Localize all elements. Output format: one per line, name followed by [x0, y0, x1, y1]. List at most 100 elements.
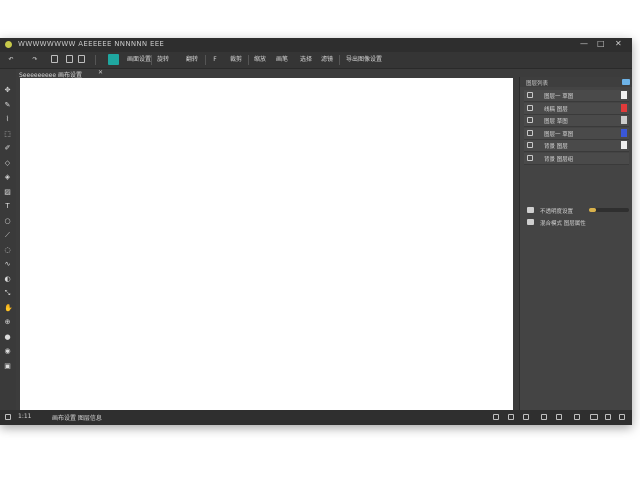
layer-row[interactable]: 图层一 草图	[524, 127, 629, 140]
blend-mode-row[interactable]: 混合模式 图层属性	[524, 217, 629, 228]
layer-thumbnail	[621, 103, 627, 112]
fullscreen-icon[interactable]	[590, 414, 598, 420]
snap-icon[interactable]	[523, 414, 529, 420]
panel-title: 图层列表	[526, 81, 549, 87]
close-button[interactable]: ✕	[615, 39, 622, 48]
zoom-level: 1:11	[18, 413, 32, 420]
rotate-view-icon[interactable]	[556, 414, 562, 420]
toolbar-divider	[248, 55, 249, 65]
opacity-row: 不透明度设置	[524, 205, 629, 216]
flip-button[interactable]: 翻转	[184, 54, 200, 65]
brush-icon[interactable]: ✐	[4, 145, 11, 152]
save-icon[interactable]	[51, 55, 58, 63]
layer-type-icon	[527, 117, 533, 123]
layer-thumbnail	[621, 116, 627, 124]
redo-button[interactable]: ↷	[30, 54, 40, 65]
toolbar-divider	[339, 55, 340, 65]
layer-name: 图层一 草图	[544, 94, 574, 100]
hand-icon[interactable]: ✋	[4, 304, 13, 312]
color-icon[interactable]: ●	[4, 333, 11, 341]
layer-type-icon	[527, 154, 533, 161]
toolbar-divider	[151, 55, 152, 65]
bucket-icon[interactable]: ◈	[4, 174, 11, 181]
export-settings-button[interactable]: 导出图像设置	[343, 54, 385, 65]
gradient-icon[interactable]: ▨	[4, 188, 11, 196]
panel-menu-icon[interactable]	[622, 79, 630, 85]
settings-icon[interactable]	[605, 414, 611, 420]
tab-close-icon[interactable]: ✕	[98, 69, 103, 76]
layer-thumbnail	[621, 128, 627, 137]
rotate-button[interactable]: 旋转	[155, 54, 171, 65]
tools-sidebar: ✥ ✎ ⌇ ⬚ ✐ ◇ ◈ ▨ T ○ ⟋ ◌ ∿ ◐ ⤡ ✋ ⊕ ● ◉ ▣	[0, 69, 16, 410]
opacity-slider-fill	[589, 208, 597, 212]
document-tab-bar: Seeeeeeeee 画布设置 ✕	[16, 69, 513, 79]
eyedropper-icon[interactable]: ⟋	[4, 232, 11, 239]
toolbar-divider	[205, 55, 206, 65]
brush-settings-button[interactable]: 画笔	[274, 54, 290, 65]
toolbar-divider	[95, 55, 96, 65]
main-toolbar: ↶ ↷ 画面设置 旋转 翻转 F 裁剪 缩放 画笔 选择 滤镜 导出图像设置	[0, 52, 632, 69]
smudge-icon[interactable]: ∿	[4, 261, 11, 268]
selection-button[interactable]: 选择	[298, 54, 314, 65]
export-icon[interactable]	[78, 55, 85, 63]
status-info: 画布设置 图层信息	[52, 415, 102, 422]
fit-icon[interactable]	[541, 414, 547, 420]
layer-thumbnail	[621, 141, 627, 149]
open-icon[interactable]	[66, 55, 73, 63]
blur-icon[interactable]: ◌	[4, 246, 11, 254]
lasso-icon[interactable]: ⌇	[4, 116, 11, 123]
layers-panel: 图层列表 图层一 草图 线稿 图层 图层 草图 图层一 草图 背景 图层 背景 图层组 不…	[519, 77, 632, 411]
pen-icon[interactable]: ✎	[4, 101, 11, 109]
select-icon[interactable]: ⬚	[4, 130, 11, 138]
shape-icon[interactable]: ○	[4, 217, 11, 225]
layer-name: 线稿 图层	[544, 106, 568, 113]
layer-type-icon	[527, 104, 533, 111]
window-title: WWWWWWWW AEEEEEE NNNNNN EEE	[18, 40, 165, 48]
layer-name: 背景 图层组	[544, 156, 574, 163]
move-icon[interactable]: ✥	[4, 87, 11, 94]
scale-button[interactable]: 缩放	[252, 54, 268, 65]
minimize-button[interactable]: —	[580, 39, 588, 48]
layer-row[interactable]: 图层一 草图	[524, 90, 629, 102]
eraser-icon[interactable]: ◇	[4, 159, 11, 167]
maximize-button[interactable]: □	[597, 39, 605, 48]
dodge-icon[interactable]: ◐	[4, 275, 11, 283]
layer-row[interactable]: 背景 图层	[524, 140, 629, 152]
layer-name: 图层 草图	[544, 119, 568, 125]
undo-button[interactable]: ↶	[6, 54, 16, 65]
text-icon[interactable]: T	[4, 203, 11, 210]
transform-icon[interactable]: ⤡	[4, 290, 11, 297]
layer-name: 背景 图层	[544, 144, 568, 150]
opacity-label: 不透明度设置	[540, 209, 574, 215]
status-bar: 1:11 画布设置 图层信息	[0, 410, 632, 425]
title-bar: WWWWWWWW AEEEEEE NNNNNN EEE — □ ✕	[0, 38, 632, 52]
zoom-icon[interactable]: ⊕	[4, 319, 11, 326]
filter-button[interactable]: 滤镜	[319, 54, 335, 65]
active-tool-icon[interactable]	[108, 54, 119, 65]
opacity-slider[interactable]	[589, 208, 629, 212]
flip-view-icon[interactable]	[574, 414, 580, 420]
grid-icon[interactable]	[493, 414, 499, 420]
app-window: WWWWWWWW AEEEEEE NNNNNN EEE — □ ✕ ↶ ↷ 画面…	[0, 38, 632, 425]
mask-icon[interactable]: ◉	[4, 348, 11, 355]
home-icon[interactable]	[5, 414, 11, 420]
drawing-canvas[interactable]	[20, 78, 513, 411]
layer-type-icon	[527, 142, 533, 148]
layer-type-icon	[527, 129, 533, 136]
canvas-settings-button[interactable]: 画面设置	[127, 54, 151, 65]
help-icon[interactable]	[619, 414, 625, 420]
layer-type-icon	[527, 92, 533, 98]
blend-mode-icon	[527, 219, 534, 225]
layer-row[interactable]: 背景 图层组	[524, 152, 629, 165]
screen-icon[interactable]: ▣	[4, 362, 11, 370]
opacity-icon	[527, 207, 534, 213]
ruler-icon[interactable]	[508, 414, 514, 420]
crop-button[interactable]: 裁剪	[228, 54, 244, 65]
layer-row[interactable]: 线稿 图层	[524, 102, 629, 115]
panel-header: 图层列表	[520, 77, 632, 87]
app-logo-icon	[5, 41, 12, 48]
layer-row[interactable]: 图层 草图	[524, 115, 629, 127]
layer-thumbnail	[621, 91, 627, 99]
text-format-icon[interactable]: F	[210, 54, 220, 65]
blend-mode-label: 混合模式 图层属性	[540, 221, 586, 227]
